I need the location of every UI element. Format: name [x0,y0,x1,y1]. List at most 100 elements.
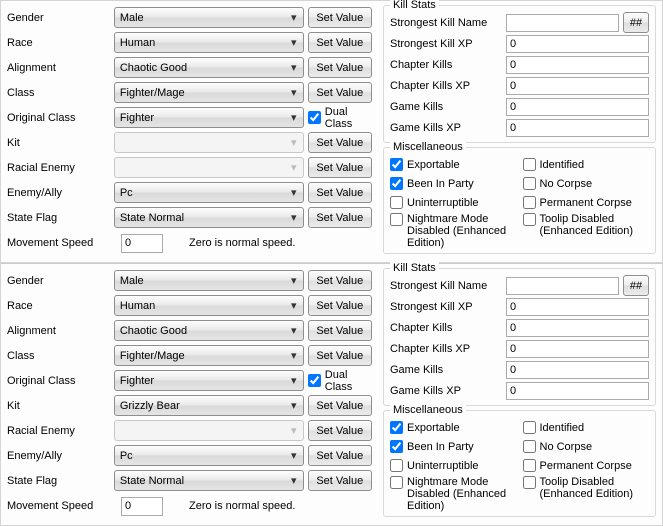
gender-label: Gender [7,275,114,287]
original-class-select[interactable]: Fighter ▾ [114,370,304,391]
class-set-value-button[interactable]: Set Value [308,82,372,103]
racial-enemy-select: ▾ [114,420,304,441]
chapter-kills-xp-input[interactable] [510,80,645,92]
nightmare-disabled-checkbox[interactable] [390,213,403,226]
kit-select[interactable]: Grizzly Bear ▾ [114,395,304,416]
alignment-set-value-button[interactable]: Set Value [308,57,372,78]
dual-class-checkbox[interactable] [308,111,321,124]
enemy-ally-select[interactable]: Pc ▾ [114,445,304,466]
permanent-corpse-checkbox[interactable] [523,459,536,472]
identified-checkbox[interactable] [523,421,536,434]
dual-class-checkbox[interactable] [308,374,321,387]
state-flag-set-value-button[interactable]: Set Value [308,207,372,228]
strongest-kill-name-hash-button[interactable]: ## [623,275,649,296]
chapter-kills-xp-input[interactable] [510,343,645,355]
permanent-corpse-item[interactable]: Permanent Corpse [523,457,650,474]
dual-class-wrap[interactable]: Dual Class [308,369,375,393]
gender-set-value-button[interactable]: Set Value [308,270,372,291]
class-set-value-button[interactable]: Set Value [308,345,372,366]
strongest-kill-name-input[interactable] [510,280,615,292]
chevron-down-icon: ▾ [287,186,301,199]
uninterruptible-checkbox[interactable] [390,459,403,472]
class-select[interactable]: Fighter/Mage ▾ [114,82,304,103]
race-set-value-button[interactable]: Set Value [308,295,372,316]
chevron-down-icon: ▾ [287,349,301,362]
identified-item[interactable]: Identified [523,156,650,173]
gender-select[interactable]: Male ▾ [114,270,304,291]
nightmare-disabled-item[interactable]: Nightmare Mode Disabled (Enhanced Editio… [390,476,517,512]
permanent-corpse-checkbox[interactable] [523,196,536,209]
identified-checkbox[interactable] [523,158,536,171]
uninterruptible-item[interactable]: Uninterruptible [390,457,517,474]
chapter-kills-input[interactable] [510,59,645,71]
race-label: Race [7,37,114,49]
no-corpse-item[interactable]: No Corpse [523,175,650,192]
toolip-disabled-item[interactable]: Toolip Disabled (Enhanced Edition) [523,213,650,249]
kill-stats-group: Kill Stats Strongest Kill Name ## Strong… [383,5,656,143]
been-in-party-item[interactable]: Been In Party [390,175,517,192]
permanent-corpse-item[interactable]: Permanent Corpse [523,194,650,211]
toolip-disabled-checkbox[interactable] [523,476,536,489]
chevron-down-icon: ▾ [287,211,301,224]
class-label: Class [7,350,114,362]
toolip-disabled-item[interactable]: Toolip Disabled (Enhanced Edition) [523,476,650,512]
been-in-party-checkbox[interactable] [390,177,403,190]
state-flag-select[interactable]: State Normal ▾ [114,207,304,228]
strongest-kill-name-input[interactable] [510,17,615,29]
nightmare-disabled-item[interactable]: Nightmare Mode Disabled (Enhanced Editio… [390,213,517,249]
identified-item[interactable]: Identified [523,419,650,436]
strongest-kill-xp-input[interactable] [510,38,645,50]
enemy-ally-set-value-button[interactable]: Set Value [308,445,372,466]
racial-enemy-label: Racial Enemy [7,425,114,437]
uninterruptible-checkbox[interactable] [390,196,403,209]
strongest-kill-xp-input[interactable] [510,301,645,313]
exportable-checkbox[interactable] [390,421,403,434]
enemy-ally-value: Pc [120,187,287,199]
movement-speed-input[interactable] [121,234,163,253]
game-kills-input[interactable] [510,101,645,113]
racial-enemy-set-value-button[interactable]: Set Value [308,420,372,441]
alignment-select[interactable]: Chaotic Good ▾ [114,57,304,78]
movement-speed-label: Movement Speed [7,500,115,512]
enemy-ally-select[interactable]: Pc ▾ [114,182,304,203]
chapter-kills-input[interactable] [510,322,645,334]
kit-set-value-button[interactable]: Set Value [308,395,372,416]
identified-label: Identified [540,159,585,171]
exportable-item[interactable]: Exportable [390,156,517,173]
class-select[interactable]: Fighter/Mage ▾ [114,345,304,366]
no-corpse-checkbox[interactable] [523,440,536,453]
enemy-ally-set-value-button[interactable]: Set Value [308,182,372,203]
game-kills-xp-input[interactable] [510,385,645,397]
movement-speed-input[interactable] [121,497,163,516]
been-in-party-item[interactable]: Been In Party [390,438,517,455]
gender-set-value-button[interactable]: Set Value [308,7,372,28]
uninterruptible-item[interactable]: Uninterruptible [390,194,517,211]
exportable-item[interactable]: Exportable [390,419,517,436]
racial-enemy-set-value-button[interactable]: Set Value [308,157,372,178]
strongest-kill-name-hash-button[interactable]: ## [623,12,649,33]
gender-select[interactable]: Male ▾ [114,7,304,28]
race-set-value-button[interactable]: Set Value [308,32,372,53]
no-corpse-checkbox[interactable] [523,177,536,190]
nightmare-disabled-checkbox[interactable] [390,476,403,489]
kit-set-value-button[interactable]: Set Value [308,132,372,153]
dual-class-wrap[interactable]: Dual Class [308,106,375,130]
alignment-select[interactable]: Chaotic Good ▾ [114,320,304,341]
alignment-set-value-button[interactable]: Set Value [308,320,372,341]
class-value: Fighter/Mage [120,350,287,362]
enemy-ally-value: Pc [120,450,287,462]
game-kills-xp-input[interactable] [510,122,645,134]
state-flag-select[interactable]: State Normal ▾ [114,470,304,491]
state-flag-label: State Flag [7,212,114,224]
original-class-label: Original Class [7,112,114,124]
chevron-down-icon: ▾ [287,86,301,99]
exportable-checkbox[interactable] [390,158,403,171]
no-corpse-item[interactable]: No Corpse [523,438,650,455]
race-select[interactable]: Human ▾ [114,32,304,53]
game-kills-input[interactable] [510,364,645,376]
original-class-select[interactable]: Fighter ▾ [114,107,304,128]
state-flag-set-value-button[interactable]: Set Value [308,470,372,491]
race-select[interactable]: Human ▾ [114,295,304,316]
been-in-party-checkbox[interactable] [390,440,403,453]
toolip-disabled-checkbox[interactable] [523,213,536,226]
